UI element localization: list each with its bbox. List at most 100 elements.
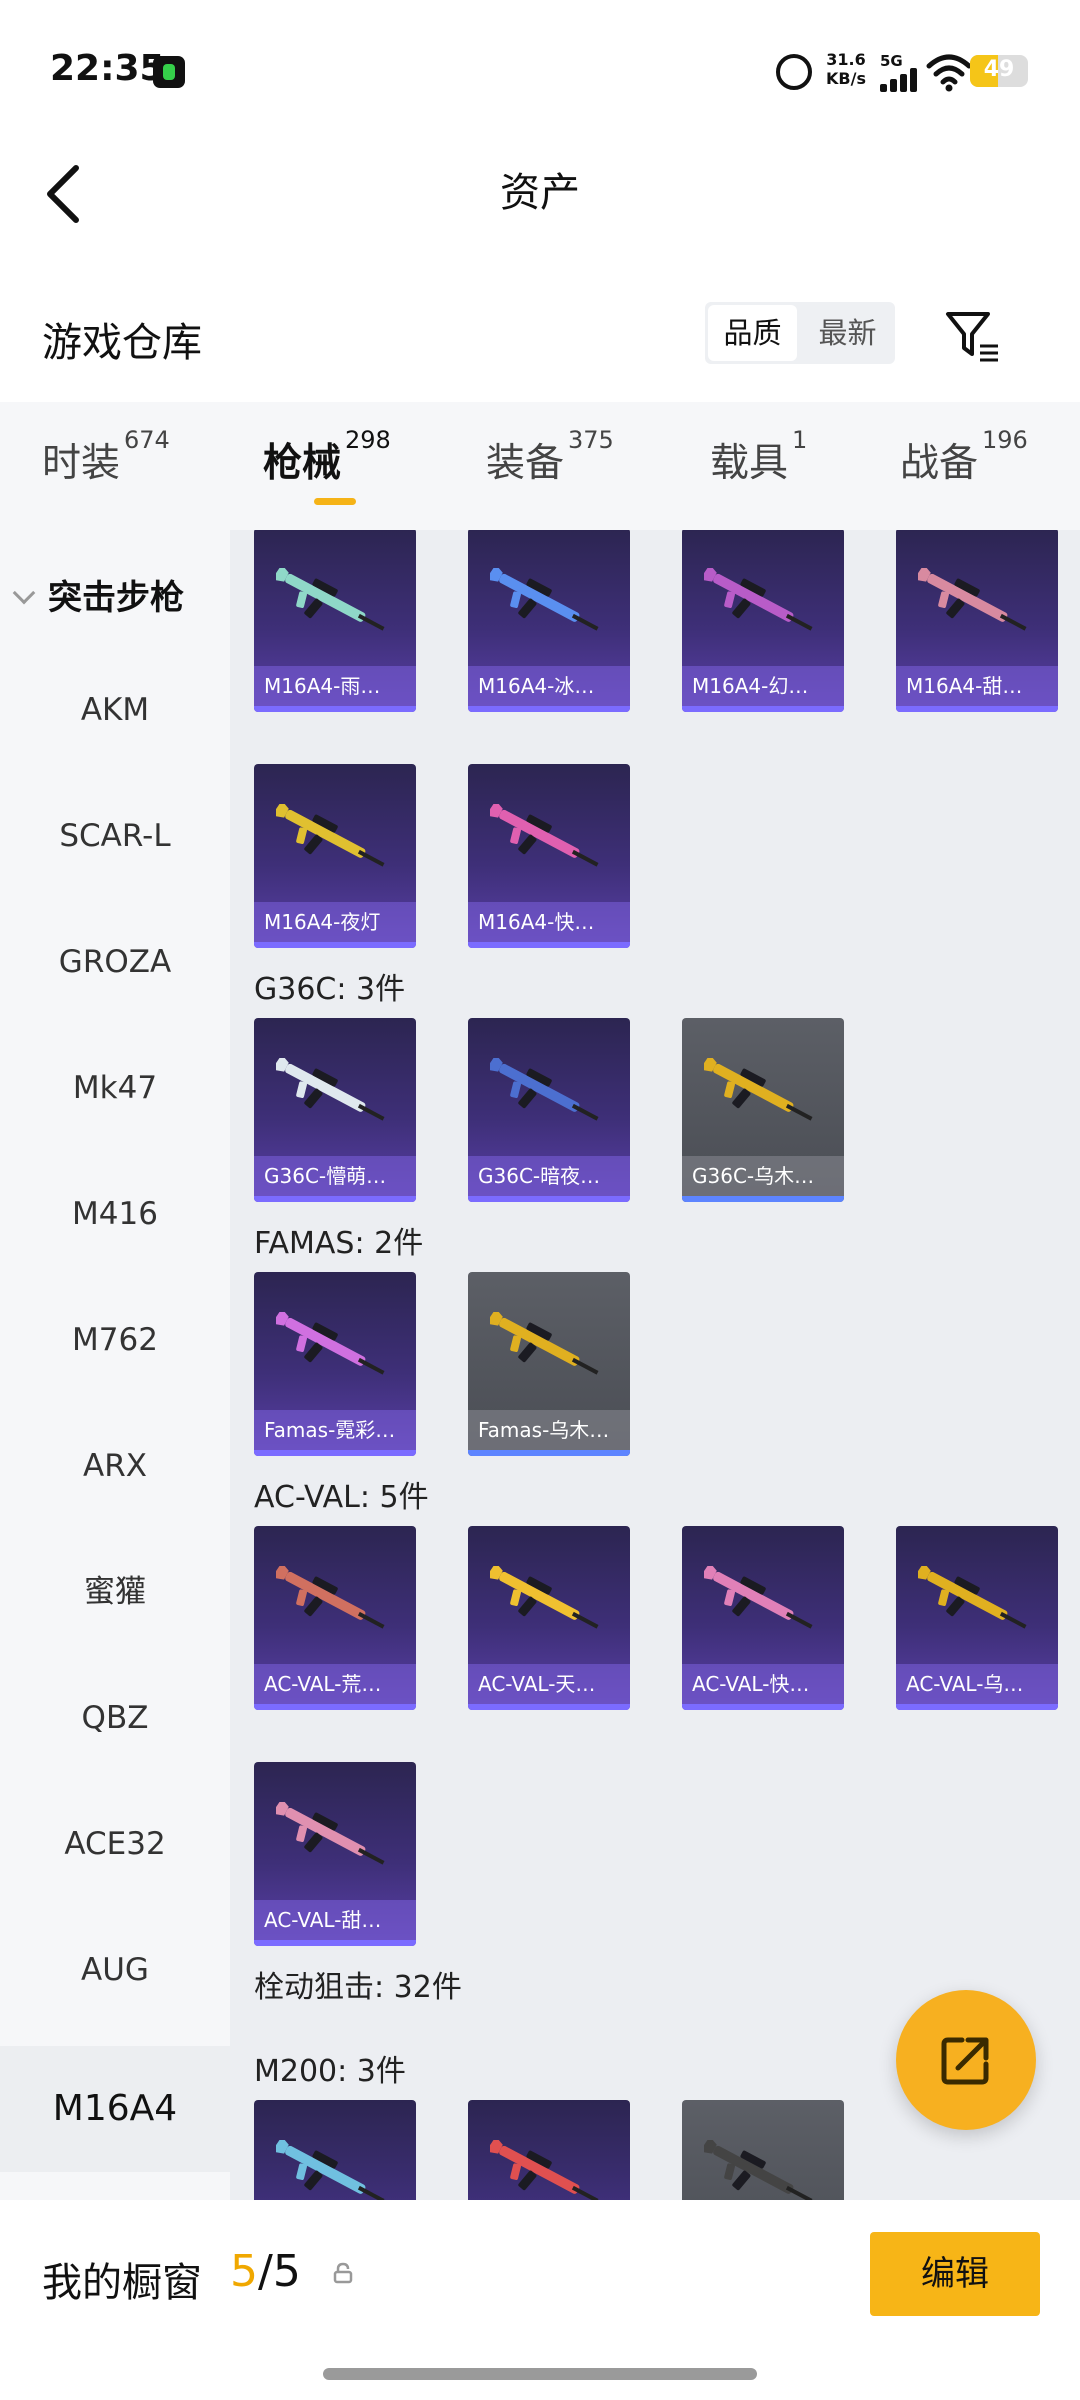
weapon-skin-name: AC-VAL-荒… [254,1664,416,1704]
weapon-skin-card[interactable]: M16A4-冰… [468,530,630,712]
sidebar-item[interactable]: ARX [0,1446,230,1486]
weapon-skin-card[interactable] [468,2100,630,2200]
tab-label: 枪械 [263,441,342,486]
weapon-skin-card[interactable]: M16A4-夜灯 [254,764,416,948]
sort-latest-button[interactable]: 最新 [800,302,895,364]
weapon-thumbnail-icon [276,1802,385,1865]
sidebar-item[interactable]: Mk47 [0,1068,230,1108]
tab-label: 战备 [900,441,979,486]
edit-button[interactable]: 编辑 [870,2232,1040,2316]
sidebar-item[interactable]: M416 [0,1194,230,1234]
sidebar-item[interactable]: SCAR-L [0,816,230,856]
active-tab-indicator [314,498,356,505]
home-indicator [323,2368,757,2380]
tab-count: 196 [982,426,1028,454]
warehouse-header: 游戏仓库 品质 最新 [0,290,1080,390]
category-tabs: 时装674 枪械298 装备375 载具1 战备196 [0,402,1080,530]
tab-firearms[interactable]: 枪械298 [263,426,391,488]
weapon-skin-name: AC-VAL-甜… [254,1900,416,1940]
weapon-skin-card[interactable]: G36C-懵萌… [254,1018,416,1202]
tab-supplies[interactable]: 战备196 [900,426,1028,488]
rarity-bar [468,1704,630,1710]
weapon-thumbnail-icon [276,804,385,867]
weapon-skin-card[interactable]: AC-VAL-乌… [896,1526,1058,1710]
page-title: 资产 [500,170,580,216]
weapon-skin-card[interactable]: M16A4-幻… [682,530,844,712]
rarity-bar [254,1450,416,1456]
sidebar-item[interactable]: M16A4 [0,2046,230,2172]
sidebar-group-label: 突击步枪 [48,578,184,618]
weapon-skin-card[interactable]: Famas-霓彩… [254,1272,416,1456]
showcase-current: 5 [230,2246,258,2297]
weapon-thumbnail-icon [276,2140,385,2200]
rarity-bar [468,1450,630,1456]
sidebar-item[interactable]: QBZ [0,1698,230,1738]
showcase-total: 5 [272,2246,301,2297]
app-notification-icon [153,56,185,88]
weapon-sidebar: 突击步枪 AKM SCAR-L GROZA Mk47 M416 M762 ARX 蜜獾 QBZ A… [0,530,230,2200]
filter-icon[interactable] [942,306,1002,366]
weapon-skin-card[interactable] [682,2100,844,2200]
sidebar-group-assault-rifles[interactable]: 突击步枪 [12,570,184,619]
weapon-skin-card[interactable]: AC-VAL-甜… [254,1762,416,1946]
weapon-skin-name: AC-VAL-天… [468,1664,630,1704]
weapon-skin-name: G36C-乌木… [682,1156,844,1196]
sort-toggle: 品质 最新 [705,302,895,364]
weapon-thumbnail-icon [490,568,599,631]
weapon-skin-card[interactable]: M16A4-甜… [896,530,1058,712]
weapon-thumbnail-icon [276,1312,385,1375]
sidebar-item[interactable]: ACE32 [0,1824,230,1864]
weapon-skin-name: G36C-懵萌… [254,1156,416,1196]
chevron-down-icon [12,581,36,605]
tab-count: 1 [792,426,808,454]
weapon-thumbnail-icon [276,568,385,631]
weapon-skin-card[interactable]: AC-VAL-快… [682,1526,844,1710]
wifi-icon [926,54,972,92]
rarity-bar [682,1704,844,1710]
weapon-thumbnail-icon [490,1312,599,1375]
weapon-skin-name: M16A4-甜… [896,666,1058,706]
sidebar-item[interactable]: 蜜獾 [0,1572,230,1612]
weapon-skin-card[interactable]: M16A4-雨… [254,530,416,712]
sidebar-item[interactable]: AUG [0,1950,230,1990]
weapon-skin-card[interactable]: M16A4-快… [468,764,630,948]
sidebar-item[interactable]: M762 [0,1320,230,1360]
weapon-thumbnail-icon [276,1058,385,1121]
weapon-skin-name: M16A4-雨… [254,666,416,706]
weapon-skin-name: M16A4-冰… [468,666,630,706]
weapon-thumbnail-icon [490,1566,599,1629]
weapon-skin-card[interactable] [254,2100,416,2200]
weapon-skin-name: M16A4-夜灯 [254,902,416,942]
weapon-skin-card[interactable]: G36C-暗夜… [468,1018,630,1202]
network-speed: 31.6 KB/s [826,50,866,88]
status-time: 22:35 [50,48,165,89]
weapon-skin-name: AC-VAL-乌… [896,1664,1058,1704]
weapon-skin-card[interactable]: Famas-乌木… [468,1272,630,1456]
section-label: AC-VAL: 5件 [254,1480,429,1515]
weapon-thumbnail-icon [704,1566,813,1629]
weapon-thumbnail-icon [704,1058,813,1121]
rarity-bar [254,1196,416,1202]
top-nav: 资产 [0,140,1080,240]
sidebar-item[interactable]: AKM [0,690,230,730]
section-label: FAMAS: 2件 [254,1226,424,1261]
sidebar-item[interactable]: GROZA [0,942,230,982]
weapon-thumbnail-icon [490,1058,599,1121]
weapon-skin-name: M16A4-快… [468,902,630,942]
weapon-skin-card[interactable]: AC-VAL-荒… [254,1526,416,1710]
weapon-skin-name: AC-VAL-快… [682,1664,844,1704]
tab-label: 装备 [486,441,565,486]
rarity-bar [254,1940,416,1946]
tab-vehicles[interactable]: 载具1 [710,426,807,488]
weapon-skin-card[interactable]: G36C-乌木… [682,1018,844,1202]
rarity-bar [682,1196,844,1202]
weapon-skin-card[interactable]: AC-VAL-天… [468,1526,630,1710]
warehouse-title: 游戏仓库 [42,320,202,366]
tab-fashion[interactable]: 时装674 [42,426,170,488]
tab-equipment[interactable]: 装备375 [486,426,614,488]
sort-quality-button[interactable]: 品质 [708,305,797,361]
alarm-icon [776,54,812,90]
tab-count: 298 [345,426,391,454]
tab-label: 载具 [710,441,789,486]
share-button[interactable] [896,1990,1036,2130]
